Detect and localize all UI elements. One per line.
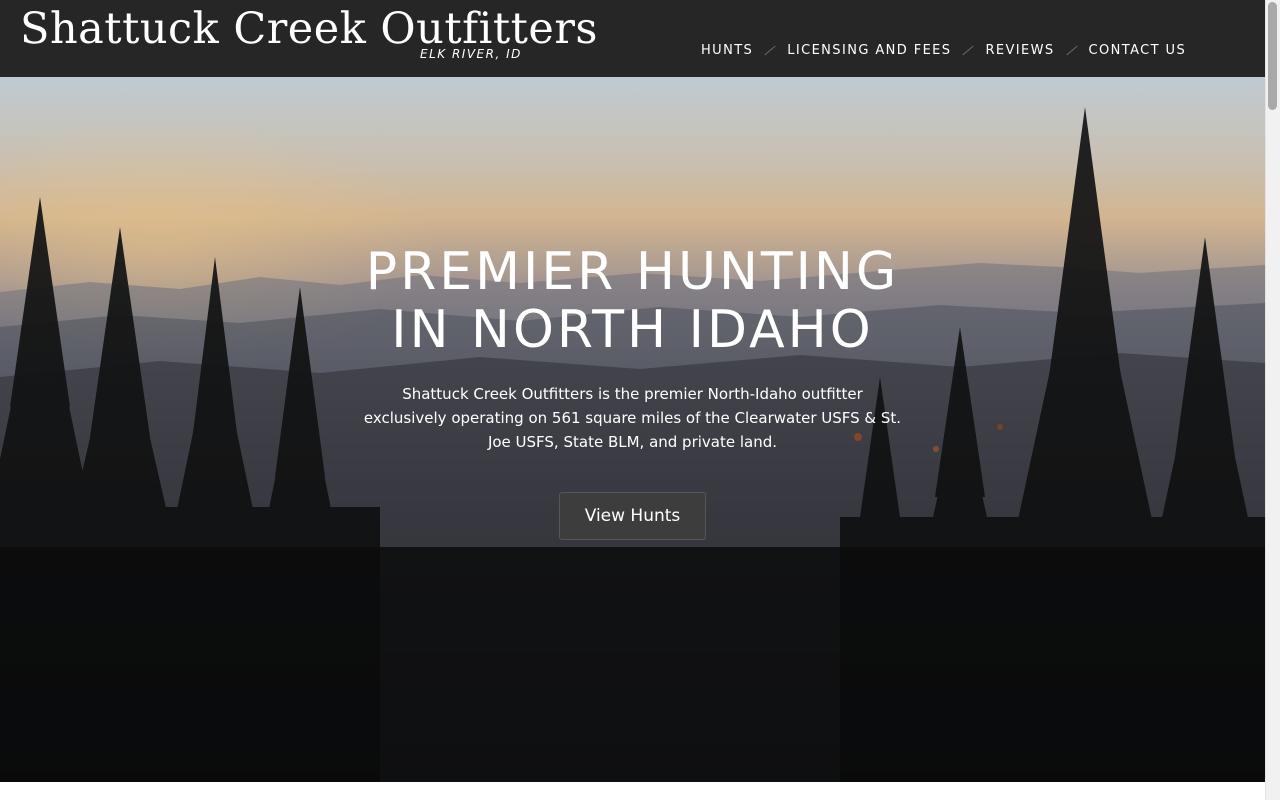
nav-link-hunts[interactable]: HUNTS <box>701 43 753 58</box>
hero-description: Shattuck Creek Outfitters is the premier… <box>363 385 902 451</box>
main-nav: HUNTS LICENSING AND FEES REVIEWS CONTACT… <box>701 40 1186 60</box>
nav-separator <box>1065 45 1078 55</box>
nav-link-reviews[interactable]: REVIEWS <box>985 43 1054 58</box>
nav-link-licensing-and-fees[interactable]: LICENSING AND FEES <box>787 43 951 58</box>
nav-link-contact-us[interactable]: CONTACT US <box>1089 43 1187 58</box>
hero-title: PREMIER HUNTING IN NORTH IDAHO <box>0 243 1265 359</box>
site-tagline: ELK RIVER, ID <box>420 47 522 61</box>
view-hunts-button[interactable]: View Hunts <box>559 492 706 540</box>
hero-section: PREMIER HUNTING IN NORTH IDAHO Shattuck … <box>0 77 1265 782</box>
page: Shattuck Creek Outfitters ELK RIVER, ID … <box>0 0 1265 800</box>
page-scrollbar[interactable] <box>1265 0 1280 800</box>
nav-separator <box>764 45 776 55</box>
hero-title-line-2: IN NORTH IDAHO <box>391 300 874 360</box>
nav-separator <box>962 45 975 55</box>
hero-title-line-1: PREMIER HUNTING <box>365 242 900 302</box>
scrollbar-thumb[interactable] <box>1268 2 1277 110</box>
site-header: Shattuck Creek Outfitters ELK RIVER, ID … <box>0 0 1265 77</box>
